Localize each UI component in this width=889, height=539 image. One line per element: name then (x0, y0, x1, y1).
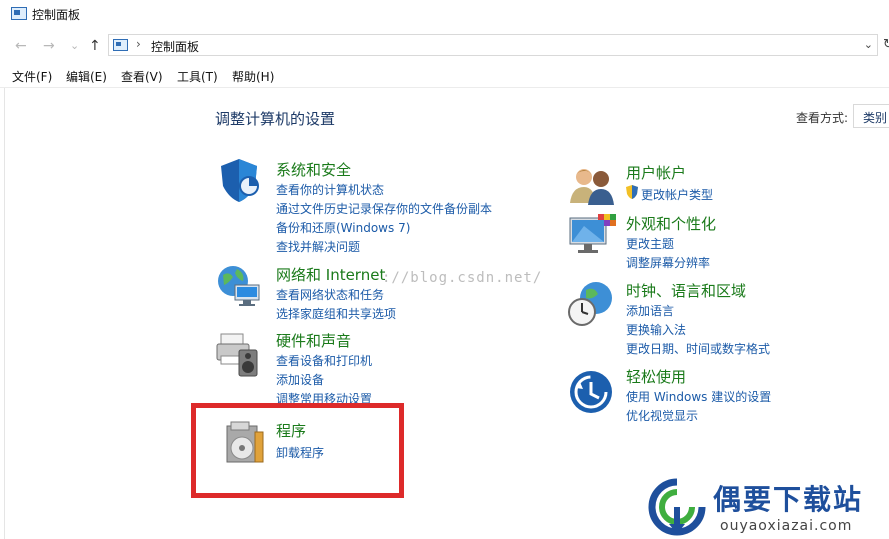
recent-locations-icon[interactable]: ⌄ (70, 38, 79, 54)
view-by-label: 查看方式: (796, 111, 849, 125)
refresh-icon[interactable]: ↻ (883, 37, 889, 52)
category-ease-of-access-title[interactable]: 轻松使用 (626, 366, 686, 387)
category-link[interactable]: 备份和还原(Windows 7) (276, 219, 410, 236)
category-system-and-security-title[interactable]: 系统和安全 (276, 159, 351, 180)
navigation-bar: ← → ⌄ ↑ › 控制面板 ⌄ ↻ (0, 31, 889, 61)
brand-name: 偶要下载站 (713, 483, 864, 516)
category-link[interactable]: 查看设备和打印机 (276, 352, 372, 369)
category-link[interactable]: 查看你的计算机状态 (276, 181, 384, 198)
category-link[interactable]: 查找并解决问题 (276, 238, 360, 255)
control-panel-icon (113, 39, 128, 51)
category-link[interactable]: 通过文件历史记录保存你的文件备份副本 (276, 200, 492, 217)
watermark-text: ://blog.csdn.net/ (382, 270, 543, 286)
menu-bar: 文件(F) 编辑(E) 查看(V) 工具(T) 帮助(H) (0, 64, 889, 88)
forward-arrow-icon[interactable]: → (43, 38, 55, 54)
menu-edit[interactable]: 编辑(E) (66, 68, 107, 85)
chevron-down-icon[interactable]: ⌄ (864, 38, 873, 51)
category-link[interactable]: 更改主题 (626, 235, 674, 252)
up-arrow-icon[interactable]: ↑ (89, 38, 101, 54)
category-user-accounts-title[interactable]: 用户帐户 (626, 162, 686, 183)
navigation-pane-edge (0, 88, 5, 539)
category-link[interactable]: 添加设备 (276, 371, 324, 388)
printer-speaker-icon[interactable] (215, 330, 263, 378)
breadcrumb-control-panel[interactable]: 控制面板 (151, 38, 199, 55)
window-title: 控制面板 (32, 8, 81, 22)
category-link[interactable]: 优化视觉显示 (626, 407, 698, 424)
page-title: 调整计算机的设置 (215, 110, 336, 128)
back-arrow-icon[interactable]: ← (15, 38, 27, 54)
category-link[interactable]: 查看网络状态和任务 (276, 286, 384, 303)
shield-icon[interactable] (215, 156, 263, 204)
category-network-and-internet-title[interactable]: 网络和 Internet (276, 264, 385, 285)
users-icon[interactable] (568, 163, 616, 211)
network-globe-icon[interactable] (215, 263, 263, 311)
menu-file[interactable]: 文件(F) (12, 68, 52, 85)
category-clock-language-region-title[interactable]: 时钟、语言和区域 (626, 280, 746, 301)
brand-logo-icon (648, 478, 706, 536)
category-link[interactable]: 更改日期、时间或数字格式 (626, 340, 770, 357)
category-link[interactable]: 更改帐户类型 (641, 186, 713, 203)
category-appearance-title[interactable]: 外观和个性化 (626, 213, 716, 234)
breadcrumb-separator-icon[interactable]: › (136, 37, 141, 51)
menu-view[interactable]: 查看(V) (121, 68, 163, 85)
category-link[interactable]: 添加语言 (626, 302, 674, 319)
clock-globe-icon[interactable] (566, 280, 614, 328)
monitor-palette-icon[interactable] (568, 212, 616, 260)
ease-of-access-icon[interactable] (568, 368, 616, 416)
category-link[interactable]: 调整屏幕分辨率 (626, 254, 710, 271)
control-panel-icon (11, 7, 27, 20)
category-link[interactable]: 更换输入法 (626, 321, 686, 338)
address-bar[interactable]: › 控制面板 ⌄ (108, 34, 878, 56)
uac-shield-icon (626, 185, 638, 199)
menu-tools[interactable]: 工具(T) (177, 68, 218, 85)
title-bar: 控制面板 (0, 0, 889, 30)
brand-url: ouyaoxiazai.com (720, 518, 853, 534)
category-link[interactable]: 选择家庭组和共享选项 (276, 305, 396, 322)
category-link[interactable]: 使用 Windows 建议的设置 (626, 388, 771, 405)
view-by-select[interactable]: 类别 (853, 104, 889, 128)
menu-help[interactable]: 帮助(H) (232, 68, 274, 85)
category-hardware-and-sound-title[interactable]: 硬件和声音 (276, 330, 351, 351)
highlight-box (191, 403, 404, 498)
